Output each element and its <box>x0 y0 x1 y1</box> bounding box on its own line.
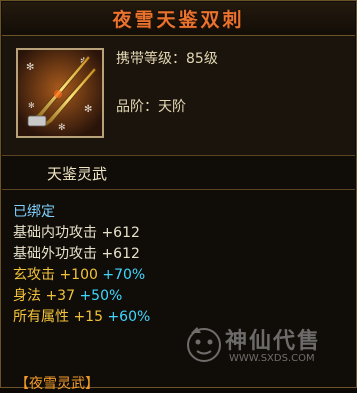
stat-bonus: +60% <box>107 309 151 325</box>
set-footer-label: 【夜雪灵武】 <box>15 376 99 392</box>
stat-base: +37 <box>45 288 75 304</box>
stat-bonus: +50% <box>79 288 123 304</box>
set-name: 天鉴灵武 <box>47 165 108 183</box>
divider <box>2 155 355 156</box>
item-grade: 品阶：天阶 <box>116 99 186 115</box>
item-tooltip: 夜雪天鉴双刺 ✻ ✻ ✻ ✻ 携带等级：85级 品阶：天阶 天鉴灵武 已绑定 基… <box>0 0 357 392</box>
divider <box>2 189 355 190</box>
stat-base: +15 <box>73 309 103 325</box>
item-name: 夜雪天鉴双刺 <box>112 9 245 31</box>
stat-row: 玄攻击 +100 +70% <box>13 265 150 286</box>
binding-status: 已绑定 <box>13 204 55 220</box>
stat-label: 基础外功攻击 <box>13 246 97 262</box>
stat-label: 玄攻击 <box>13 267 55 283</box>
svg-text:✻: ✻ <box>26 62 34 73</box>
level-requirement: 携带等级：85级 <box>116 51 218 67</box>
stat-base: +612 <box>101 246 140 262</box>
item-header-panel: ✻ ✻ ✻ ✻ ✻ 携带等级：85级 品阶：天阶 <box>2 36 355 155</box>
stat-base: +612 <box>101 225 140 241</box>
mascot-logo-icon <box>187 327 221 362</box>
stat-label: 所有属性 <box>13 309 69 325</box>
svg-text:✻: ✻ <box>28 101 35 110</box>
watermark-brand: 神仙代售 <box>225 328 322 354</box>
stat-label: 身法 <box>13 288 41 304</box>
stat-bonus: +70% <box>102 267 146 283</box>
item-icon-slot[interactable]: ✻ ✻ ✻ ✻ ✻ <box>16 48 104 138</box>
watermark-url: WWW.SXDS.COM <box>229 353 315 364</box>
svg-text:✻: ✻ <box>58 123 66 133</box>
daggers-icon: ✻ ✻ ✻ ✻ ✻ <box>18 50 102 136</box>
svg-text:✻: ✻ <box>84 104 92 115</box>
stat-base: +100 <box>59 267 98 283</box>
stat-row: 所有属性 +15 +60% <box>13 307 150 328</box>
stat-label: 基础内功攻击 <box>13 225 97 241</box>
stat-row: 基础外功攻击 +612 <box>13 244 150 265</box>
stats-list: 已绑定 基础内功攻击 +612 基础外功攻击 +612 玄攻击 +100 +70… <box>13 202 150 328</box>
watermark: 神仙代售 WWW.SXDS.COM <box>185 319 350 373</box>
stat-row: 基础内功攻击 +612 <box>13 223 150 244</box>
stat-row: 身法 +37 +50% <box>13 286 150 307</box>
tooltip-title-bar: 夜雪天鉴双刺 <box>2 2 355 36</box>
